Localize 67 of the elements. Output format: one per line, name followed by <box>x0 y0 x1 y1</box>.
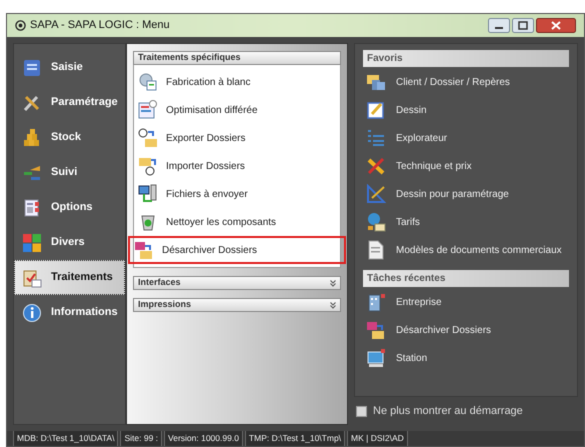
task-item[interactable]: Désarchiver Dossiers <box>128 236 346 264</box>
shortcut-item[interactable]: Client / Dossier / Repères <box>363 68 569 96</box>
app-logo-icon <box>15 20 26 31</box>
form-icon <box>22 198 42 218</box>
shortcut-item[interactable]: Technique et prix <box>363 152 569 180</box>
section-header[interactable]: Interfaces <box>133 276 341 290</box>
task-item[interactable]: Fabrication à blanc <box>134 68 340 96</box>
maximize-button[interactable] <box>512 18 534 33</box>
shortcut-item[interactable]: Explorateur <box>363 124 569 152</box>
checkbox[interactable] <box>356 406 367 416</box>
task-item[interactable]: Importer Dossiers <box>134 152 340 180</box>
sidebar-item[interactable]: Paramétrage <box>14 85 125 120</box>
stacked-bars-icon <box>22 128 42 148</box>
folder-arrow-icon <box>138 128 158 148</box>
window-title: SAPA - SAPA LOGIC : Menu <box>30 18 170 34</box>
section-title: Traitements spécifiques <box>138 51 241 64</box>
shortcut-item[interactable]: Modèles de documents commerciaux <box>363 236 569 264</box>
computer-icon <box>138 184 158 204</box>
folder-arrow-icon <box>366 320 386 340</box>
clipboard-icon <box>22 268 42 288</box>
chevron-down-icon <box>330 280 336 286</box>
status-field: Site: 99 : <box>120 431 162 446</box>
pencil-icon <box>366 100 386 120</box>
sidebar-item[interactable]: Suivi <box>14 155 125 190</box>
section-header[interactable]: Traitements spécifiques <box>133 51 341 65</box>
task-item[interactable]: Nettoyer les composants <box>134 208 340 236</box>
task-item[interactable]: Fichiers à envoyer <box>134 180 340 208</box>
shortcut-item[interactable]: Entreprise <box>363 288 569 316</box>
checkbox-label: Ne plus montrer au démarrage <box>373 404 523 419</box>
shortcut-item[interactable]: Dessin <box>363 96 569 124</box>
folder-arrow-icon <box>134 240 154 260</box>
status-field: Version: 1000.99.0 <box>164 431 243 446</box>
folder-icon <box>366 72 386 92</box>
document-icon <box>366 240 386 260</box>
info-icon <box>22 302 42 322</box>
globe-price-icon <box>366 212 386 232</box>
group-header: Tâches récentes <box>363 270 569 287</box>
color-squares-icon <box>22 232 42 252</box>
sidebar-item[interactable]: Options <box>14 190 125 225</box>
shortcut-item[interactable]: Désarchiver Dossiers <box>363 316 569 344</box>
status-field: TMP: D:\Test 1_10\Tmp\ <box>244 431 346 446</box>
close-button[interactable] <box>536 18 576 33</box>
cross-tools-icon <box>366 156 386 176</box>
task-item[interactable]: Exporter Dossiers <box>134 124 340 152</box>
section-title: Interfaces <box>138 276 181 290</box>
window-icon <box>22 58 42 78</box>
shortcut-item[interactable]: Tarifs <box>363 208 569 236</box>
status-field: MK | DSI2\AD <box>347 431 408 446</box>
minimize-button[interactable] <box>488 18 510 33</box>
sidebar-item[interactable]: Informations <box>14 295 125 330</box>
group-header: Favoris <box>363 50 569 67</box>
shortcut-item[interactable]: Station <box>363 344 569 372</box>
chevron-down-icon <box>330 302 336 308</box>
building-icon <box>366 292 386 312</box>
task-item[interactable]: Optimisation différée <box>134 96 340 124</box>
sidebar-item[interactable]: Traitements <box>14 260 125 295</box>
folder-arrow-icon <box>138 156 158 176</box>
sidebar-item[interactable]: Saisie <box>14 50 125 85</box>
status-field: MDB: D:\Test 1_10\DATA\ <box>13 431 118 446</box>
section-header[interactable]: Impressions <box>133 298 341 312</box>
monitor-icon <box>366 348 386 368</box>
schedule-icon <box>138 100 158 120</box>
shortcut-item[interactable]: Dessin pour paramétrage <box>363 180 569 208</box>
section-title: Impressions <box>138 298 192 312</box>
sidebar-item[interactable]: Stock <box>14 120 125 155</box>
sidebar-item[interactable]: Divers <box>14 225 125 260</box>
list-icon <box>366 128 386 148</box>
